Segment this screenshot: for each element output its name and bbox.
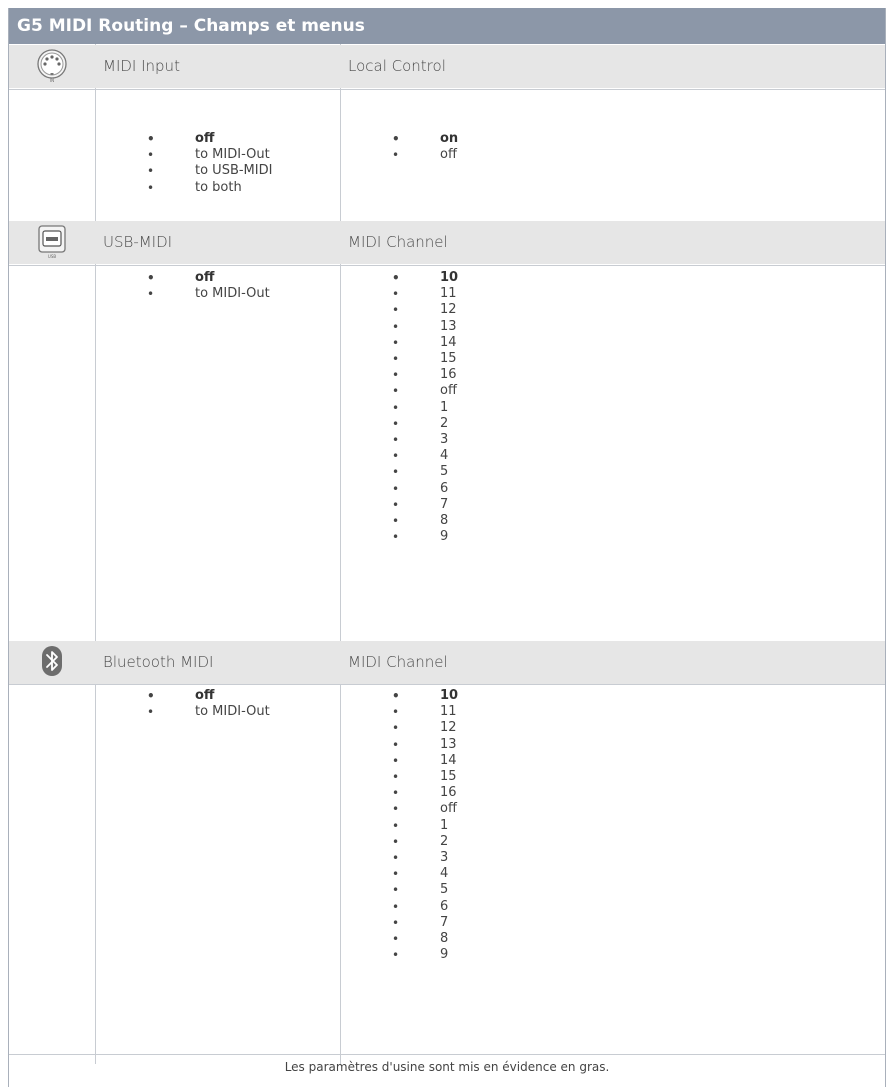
option-item: 12: [392, 302, 458, 318]
footer-note: Les paramètres d'usine sont mis en évide…: [284, 1060, 610, 1074]
option-item: 9: [392, 529, 458, 545]
field-label-bluetooth-midi: Bluetooth MIDI: [103, 653, 214, 671]
option-item: 11: [392, 286, 458, 302]
option-item: 6: [392, 481, 458, 497]
section-header-midi-input: IN MIDI Input Local Control: [9, 45, 885, 88]
field-label-usb-midi: USB-MIDI: [103, 233, 173, 251]
option-item: off: [392, 801, 458, 817]
options-bluetooth-midi-channel: 10111213141516off123456789: [392, 688, 458, 964]
midi-in-caption: IN: [50, 78, 54, 83]
option-item: 1: [392, 400, 458, 416]
option-item: off: [392, 147, 458, 163]
option-item: 8: [392, 513, 458, 529]
field-label-midi-channel: MIDI Channel: [348, 233, 448, 251]
option-item: to MIDI-Out: [147, 147, 272, 163]
option-item: 8: [392, 931, 458, 947]
option-item: off: [147, 688, 270, 704]
option-item: to USB-MIDI: [147, 163, 272, 179]
table-title: G5 MIDI Routing – Champs et menus: [9, 8, 885, 44]
option-item: 13: [392, 737, 458, 753]
option-item: 5: [392, 464, 458, 480]
options-bluetooth-midi: offto MIDI-Out: [147, 688, 270, 721]
option-item: off: [147, 270, 270, 286]
column-divider-middle: [340, 44, 341, 1064]
field-label-midi-input: MIDI Input: [103, 57, 180, 75]
option-item: 15: [392, 769, 458, 785]
option-item: to both: [147, 180, 272, 196]
option-item: 11: [392, 704, 458, 720]
option-item: 15: [392, 351, 458, 367]
option-item: 10: [392, 270, 458, 286]
option-item: 1: [392, 818, 458, 834]
option-item: 5: [392, 882, 458, 898]
option-item: 12: [392, 720, 458, 736]
option-item: 7: [392, 915, 458, 931]
option-item: 9: [392, 947, 458, 963]
option-item: 16: [392, 367, 458, 383]
options-local-control: onoff: [392, 131, 458, 164]
section-header-bluetooth-midi: Bluetooth MIDI MIDI Channel: [9, 641, 885, 684]
option-item: 14: [392, 753, 458, 769]
option-item: 4: [392, 448, 458, 464]
options-usb-midi: offto MIDI-Out: [147, 270, 270, 303]
options-midi-input: offto MIDI-Outto USB-MIDIto both: [147, 131, 272, 196]
option-item: 3: [392, 432, 458, 448]
settings-table: G5 MIDI Routing – Champs et menus IN MID…: [8, 8, 886, 1087]
option-item: off: [147, 131, 272, 147]
option-item: 2: [392, 416, 458, 432]
option-item: 4: [392, 866, 458, 882]
option-item: off: [392, 383, 458, 399]
option-item: 10: [392, 688, 458, 704]
options-usb-midi-channel: 10111213141516off123456789: [392, 270, 458, 546]
option-item: 14: [392, 335, 458, 351]
field-label-bluetooth-midi-channel: MIDI Channel: [348, 653, 448, 671]
option-item: 13: [392, 319, 458, 335]
option-item: to MIDI-Out: [147, 704, 270, 720]
bluetooth-icon: [23, 644, 81, 680]
column-divider-icon: [95, 44, 96, 1064]
option-item: 7: [392, 497, 458, 513]
option-item: on: [392, 131, 458, 147]
option-item: to MIDI-Out: [147, 286, 270, 302]
usb-caption: USB: [48, 254, 56, 259]
field-label-local-control: Local Control: [348, 57, 446, 75]
option-item: 6: [392, 899, 458, 915]
midi-din-port-icon: IN: [23, 48, 81, 84]
option-item: 3: [392, 850, 458, 866]
option-item: 16: [392, 785, 458, 801]
usb-port-icon: USB: [23, 224, 81, 260]
section-header-usb-midi: USB USB-MIDI MIDI Channel: [9, 221, 885, 264]
option-item: 2: [392, 834, 458, 850]
